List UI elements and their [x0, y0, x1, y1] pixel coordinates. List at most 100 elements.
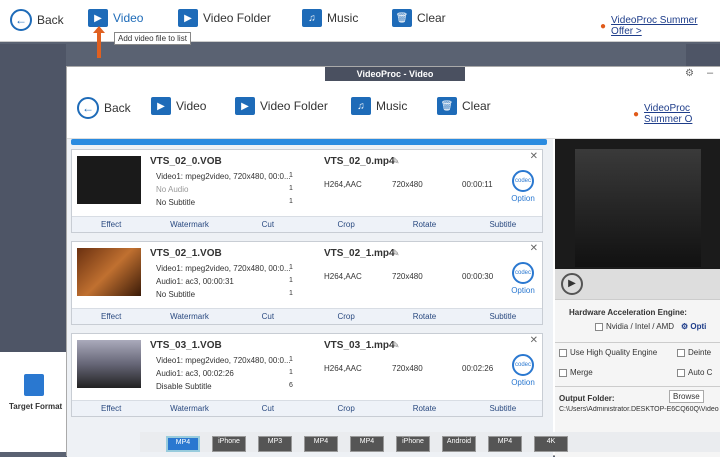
browse-button[interactable]: Browse [669, 390, 704, 403]
format-preset[interactable]: 4K [534, 436, 568, 452]
action-effect-button[interactable]: Effect [72, 401, 150, 416]
audio-track-info[interactable]: Audio1: ac3, 00:00:31 [156, 277, 234, 286]
target-format-icon [24, 374, 44, 396]
checkbox-icon [677, 348, 685, 357]
video-thumbnail[interactable] [77, 340, 141, 388]
remove-item-icon[interactable]: ✕ [530, 151, 538, 162]
video-thumbnail[interactable] [77, 248, 141, 296]
edit-pencil-icon[interactable]: ✎ [392, 340, 400, 351]
video-item-card[interactable]: VTS_02_0.VOB Video1: mpeg2video, 720x480… [71, 149, 543, 233]
video-track-info[interactable]: Video1: mpeg2video, 720x480, 00:0... [156, 356, 291, 365]
outer-toolbar: ← Back ▶ Video ▶ Video Folder ♫ Music 🗑 Clear… [0, 0, 720, 42]
remove-item-icon[interactable]: ✕ [530, 335, 538, 346]
action-effect-button[interactable]: Effect [72, 309, 150, 324]
autocopy-checkbox[interactable]: Auto C [677, 368, 712, 377]
clear-button[interactable]: 🗑 Clear [392, 9, 446, 27]
action-cut-button[interactable]: Cut [229, 217, 307, 232]
video-track-info[interactable]: Video1: mpeg2video, 720x480, 00:0... [156, 264, 291, 273]
inner-video-folder-button[interactable]: ▶ Video Folder [235, 97, 328, 115]
checkbox-icon [677, 368, 685, 377]
back-button[interactable]: ← Back [10, 9, 64, 31]
audio-track-count: 1 [289, 277, 293, 284]
action-subtitle-button[interactable]: Subtitle [464, 217, 542, 232]
subtitle-track-info[interactable]: No Subtitle [156, 290, 195, 299]
gear-icon: codec [512, 170, 534, 192]
subtitle-track-info[interactable]: Disable Subtitle [156, 382, 212, 391]
bell-icon: ● [600, 20, 607, 32]
bell-icon: ● [633, 108, 640, 120]
format-preset[interactable]: MP3 [258, 436, 292, 452]
codec-info: H264,AAC [324, 364, 362, 373]
gear-icon: ⚙ [681, 322, 691, 331]
edit-actions-bar: Effect Watermark Cut Crop Rotate Subtitle [72, 308, 542, 324]
output-path[interactable]: C:\Users\Administrator.DESKTOP-E6CQ60Q\V… [559, 406, 719, 413]
subtitle-track-count: 1 [289, 290, 293, 297]
video-thumbnail[interactable] [77, 156, 141, 204]
video-item-card[interactable]: VTS_02_1.VOB Video1: mpeg2video, 720x480… [71, 241, 543, 325]
action-cut-button[interactable]: Cut [229, 401, 307, 416]
action-rotate-button[interactable]: Rotate [385, 217, 463, 232]
duration-info: 00:00:30 [462, 272, 494, 281]
audio-track-count: 1 [289, 369, 293, 376]
video-track-info[interactable]: Video1: mpeg2video, 720x480, 00:0... [156, 172, 291, 181]
audio-track-info[interactable]: Audio1: ac3, 00:02:26 [156, 369, 234, 378]
format-preset[interactable]: MP4 [350, 436, 384, 452]
background-strip [686, 44, 720, 68]
music-icon: ♫ [302, 9, 322, 27]
format-preset[interactable]: iPhone [212, 436, 246, 452]
option-button[interactable]: ⚙ Opti [681, 322, 706, 331]
high-quality-checkbox[interactable]: Use High Quality Engine [559, 348, 657, 357]
title-bar: VideoProc - Video ⚙ – [67, 67, 720, 81]
format-preset[interactable]: MP4 [304, 436, 338, 452]
action-cut-button[interactable]: Cut [229, 309, 307, 324]
action-watermark-button[interactable]: Watermark [150, 309, 228, 324]
merge-checkbox[interactable]: Merge [559, 368, 593, 377]
source-filename: VTS_02_0.VOB [150, 156, 222, 167]
action-crop-button[interactable]: Crop [307, 401, 385, 416]
format-preset[interactable]: Android [442, 436, 476, 452]
player-controls: ▶ [555, 269, 720, 299]
inner-video-button[interactable]: ▶ Video [151, 97, 206, 115]
output-filename: VTS_02_0.mp4 [324, 156, 395, 167]
inner-back-button[interactable]: ← Back [77, 97, 131, 119]
video-item-card[interactable]: VTS_03_1.VOB Video1: mpeg2video, 720x480… [71, 333, 543, 417]
action-watermark-button[interactable]: Watermark [150, 401, 228, 416]
play-icon[interactable]: ▶ [561, 273, 583, 295]
deinterlace-checkbox[interactable]: Deinte [677, 348, 711, 357]
remove-item-icon[interactable]: ✕ [530, 243, 538, 254]
duration-info: 00:00:11 [462, 180, 493, 189]
promo-link[interactable]: ● VideoProc Summer Offer > [600, 15, 720, 37]
format-preset[interactable]: MP4 [166, 436, 200, 452]
format-preset[interactable]: iPhone [396, 436, 430, 452]
folder-icon: ▶ [178, 9, 198, 27]
minimize-icon[interactable]: – [707, 67, 713, 79]
codec-option-button[interactable]: codec Option [510, 354, 536, 387]
inner-promo-link[interactable]: ● VideoProc Summer O [633, 103, 720, 125]
edit-pencil-icon[interactable]: ✎ [392, 156, 400, 167]
duration-info: 00:02:26 [462, 364, 494, 373]
edit-pencil-icon[interactable]: ✎ [392, 248, 400, 259]
nvidia-checkbox[interactable]: Nvidia / Intel / AMD [595, 322, 674, 331]
subtitle-track-info[interactable]: No Subtitle [156, 198, 195, 207]
add-video-folder-button[interactable]: ▶ Video Folder [178, 9, 271, 27]
back-arrow-icon: ← [10, 9, 32, 31]
inner-music-button[interactable]: ♫ Music [351, 97, 407, 115]
codec-option-button[interactable]: codec Option [510, 170, 536, 203]
add-video-button[interactable]: ▶ Video [88, 9, 143, 27]
gear-icon: codec [512, 262, 534, 284]
action-crop-button[interactable]: Crop [307, 309, 385, 324]
resolution-info: 720x480 [392, 364, 423, 373]
format-preset[interactable]: MP4 [488, 436, 522, 452]
settings-gear-icon[interactable]: ⚙ [685, 68, 694, 79]
add-music-button[interactable]: ♫ Music [302, 9, 358, 27]
action-rotate-button[interactable]: Rotate [385, 401, 463, 416]
action-rotate-button[interactable]: Rotate [385, 309, 463, 324]
action-effect-button[interactable]: Effect [72, 217, 150, 232]
action-subtitle-button[interactable]: Subtitle [464, 309, 542, 324]
audio-track-info[interactable]: No Audio [156, 185, 188, 194]
action-watermark-button[interactable]: Watermark [150, 217, 228, 232]
codec-option-button[interactable]: codec Option [510, 262, 536, 295]
action-crop-button[interactable]: Crop [307, 217, 385, 232]
inner-clear-button[interactable]: 🗑 Clear [437, 97, 491, 115]
action-subtitle-button[interactable]: Subtitle [464, 401, 542, 416]
